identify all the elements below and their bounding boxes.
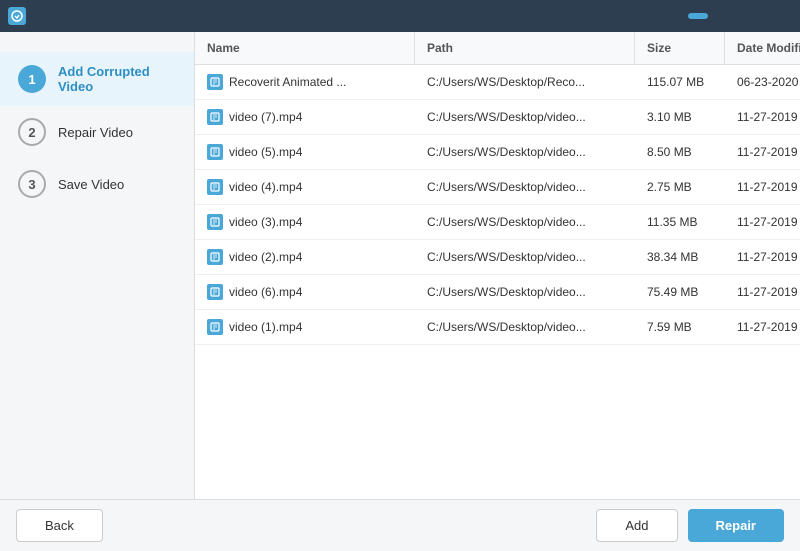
cell-path: C:/Users/WS/Desktop/video... bbox=[415, 172, 635, 202]
table-row: Recoverit Animated ... C:/Users/WS/Deskt… bbox=[195, 65, 800, 100]
cell-path: C:/Users/WS/Desktop/video... bbox=[415, 312, 635, 342]
col-name: Name bbox=[195, 32, 415, 64]
cell-date: 11-27-2019 bbox=[725, 277, 800, 307]
cell-size: 75.49 MB bbox=[635, 277, 725, 307]
file-name: video (1).mp4 bbox=[229, 320, 302, 334]
table-row: video (5).mp4 C:/Users/WS/Desktop/video.… bbox=[195, 135, 800, 170]
col-path: Path bbox=[415, 32, 635, 64]
cell-date: 06-23-2020 bbox=[725, 67, 800, 97]
cell-size: 2.75 MB bbox=[635, 172, 725, 202]
cell-size: 11.35 MB bbox=[635, 207, 725, 237]
cell-name: video (1).mp4 bbox=[195, 311, 415, 343]
back-button[interactable]: Back bbox=[16, 509, 103, 542]
step-item-3[interactable]: 3 Save Video bbox=[0, 158, 194, 210]
cell-date: 11-27-2019 bbox=[725, 137, 800, 167]
footer-left: Back bbox=[16, 509, 103, 542]
cell-name: video (2).mp4 bbox=[195, 241, 415, 273]
file-icon bbox=[207, 179, 223, 195]
footer: Back Add Repair bbox=[0, 499, 800, 551]
file-icon bbox=[207, 284, 223, 300]
title-bar bbox=[0, 0, 800, 32]
cell-path: C:/Users/WS/Desktop/video... bbox=[415, 102, 635, 132]
cell-size: 38.34 MB bbox=[635, 242, 725, 272]
cell-date: 11-27-2019 bbox=[725, 312, 800, 342]
cell-name: Recoverit Animated ... bbox=[195, 66, 415, 98]
file-icon bbox=[207, 249, 223, 265]
cell-date: 11-27-2019 bbox=[725, 207, 800, 237]
footer-right: Add Repair bbox=[596, 509, 784, 542]
table-row: video (7).mp4 C:/Users/WS/Desktop/video.… bbox=[195, 100, 800, 135]
step-number: 3 bbox=[18, 170, 46, 198]
file-icon bbox=[207, 74, 223, 90]
step-label: Repair Video bbox=[58, 125, 133, 140]
step-item-2[interactable]: 2 Repair Video bbox=[0, 106, 194, 158]
cell-size: 8.50 MB bbox=[635, 137, 725, 167]
cell-name: video (4).mp4 bbox=[195, 171, 415, 203]
file-name: video (3).mp4 bbox=[229, 215, 302, 229]
file-name: video (6).mp4 bbox=[229, 285, 302, 299]
table-area: Name Path Size Date Modified Operation R… bbox=[195, 32, 800, 499]
file-name: video (5).mp4 bbox=[229, 145, 302, 159]
table-row: video (1).mp4 C:/Users/WS/Desktop/video.… bbox=[195, 310, 800, 345]
file-name: video (7).mp4 bbox=[229, 110, 302, 124]
file-icon bbox=[207, 144, 223, 160]
main-content: 1 Add Corrupted Video 2 Repair Video 3 S… bbox=[0, 32, 800, 499]
cell-path: C:/Users/WS/Desktop/video... bbox=[415, 242, 635, 272]
table-row: video (3).mp4 C:/Users/WS/Desktop/video.… bbox=[195, 205, 800, 240]
minimize-button[interactable] bbox=[740, 6, 764, 26]
col-date: Date Modified bbox=[725, 32, 800, 64]
close-button[interactable] bbox=[768, 6, 792, 26]
cell-name: video (5).mp4 bbox=[195, 136, 415, 168]
add-button[interactable]: Add bbox=[596, 509, 677, 542]
file-name: Recoverit Animated ... bbox=[229, 75, 346, 89]
step-label: Save Video bbox=[58, 177, 124, 192]
cell-size: 115.07 MB bbox=[635, 67, 725, 97]
cell-size: 3.10 MB bbox=[635, 102, 725, 132]
title-bar-controls bbox=[688, 6, 792, 26]
file-name: video (2).mp4 bbox=[229, 250, 302, 264]
cell-size: 7.59 MB bbox=[635, 312, 725, 342]
file-name: video (4).mp4 bbox=[229, 180, 302, 194]
account-button[interactable] bbox=[688, 13, 708, 19]
table-row: video (6).mp4 C:/Users/WS/Desktop/video.… bbox=[195, 275, 800, 310]
cell-path: C:/Users/WS/Desktop/Reco... bbox=[415, 67, 635, 97]
cell-name: video (6).mp4 bbox=[195, 276, 415, 308]
table-body: Recoverit Animated ... C:/Users/WS/Deskt… bbox=[195, 65, 800, 499]
cell-name: video (3).mp4 bbox=[195, 206, 415, 238]
repair-button[interactable]: Repair bbox=[688, 509, 784, 542]
cell-date: 11-27-2019 bbox=[725, 172, 800, 202]
title-bar-left bbox=[8, 7, 34, 25]
table-row: video (2).mp4 C:/Users/WS/Desktop/video.… bbox=[195, 240, 800, 275]
file-icon bbox=[207, 109, 223, 125]
sidebar: 1 Add Corrupted Video 2 Repair Video 3 S… bbox=[0, 32, 195, 499]
step-item-1[interactable]: 1 Add Corrupted Video bbox=[0, 52, 194, 106]
cell-path: C:/Users/WS/Desktop/video... bbox=[415, 137, 635, 167]
menu-button[interactable] bbox=[712, 6, 736, 26]
cell-path: C:/Users/WS/Desktop/video... bbox=[415, 277, 635, 307]
cell-date: 11-27-2019 bbox=[725, 242, 800, 272]
col-size: Size bbox=[635, 32, 725, 64]
cell-date: 11-27-2019 bbox=[725, 102, 800, 132]
file-icon bbox=[207, 319, 223, 335]
step-number: 1 bbox=[18, 65, 46, 93]
step-label: Add Corrupted Video bbox=[58, 64, 176, 94]
step-number: 2 bbox=[18, 118, 46, 146]
cell-path: C:/Users/WS/Desktop/video... bbox=[415, 207, 635, 237]
cell-name: video (7).mp4 bbox=[195, 101, 415, 133]
app-logo bbox=[8, 7, 26, 25]
file-icon bbox=[207, 214, 223, 230]
table-row: video (4).mp4 C:/Users/WS/Desktop/video.… bbox=[195, 170, 800, 205]
table-header: Name Path Size Date Modified Operation bbox=[195, 32, 800, 65]
